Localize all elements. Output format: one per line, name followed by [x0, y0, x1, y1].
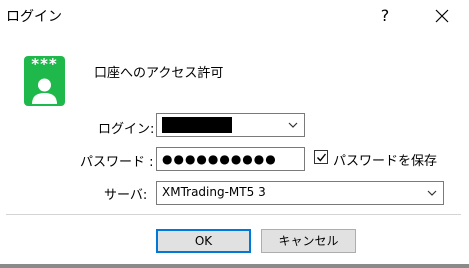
close-button[interactable] — [423, 0, 461, 32]
background-window-edge — [0, 264, 469, 268]
save-password-label[interactable]: パスワードを保存 — [333, 150, 437, 169]
login-label: ログイン: — [98, 122, 155, 137]
help-button[interactable]: ? — [372, 0, 398, 32]
user-silhouette-icon — [32, 78, 57, 104]
login-select[interactable] — [156, 113, 305, 137]
login-dialog: ログイン ? *** 口座へのアクセス許可 ログイン: パスワード : ●●●●… — [0, 0, 469, 268]
cancel-button[interactable]: キャンセル — [261, 229, 356, 253]
save-password-checkbox[interactable] — [314, 150, 328, 164]
title-bar: ログイン ? — [0, 0, 469, 34]
divider — [6, 214, 461, 215]
password-label: パスワード : — [80, 155, 154, 170]
ok-button[interactable]: OK — [156, 229, 251, 253]
chevron-down-icon — [288, 122, 298, 128]
server-value: XMTrading-MT5 3 — [162, 185, 266, 199]
window-title: ログイン — [6, 9, 62, 25]
chevron-down-icon — [427, 190, 437, 196]
server-label: サーバ: — [104, 188, 148, 203]
password-field[interactable]: ●●●●●●●●●● — [156, 147, 305, 171]
close-icon — [435, 9, 449, 23]
dialog-heading: 口座へのアクセス許可 — [94, 66, 224, 81]
checkmark-icon — [316, 153, 327, 162]
server-select[interactable]: XMTrading-MT5 3 — [156, 181, 444, 205]
redacted-login-value — [162, 117, 232, 133]
account-key-icon: *** — [24, 56, 65, 106]
